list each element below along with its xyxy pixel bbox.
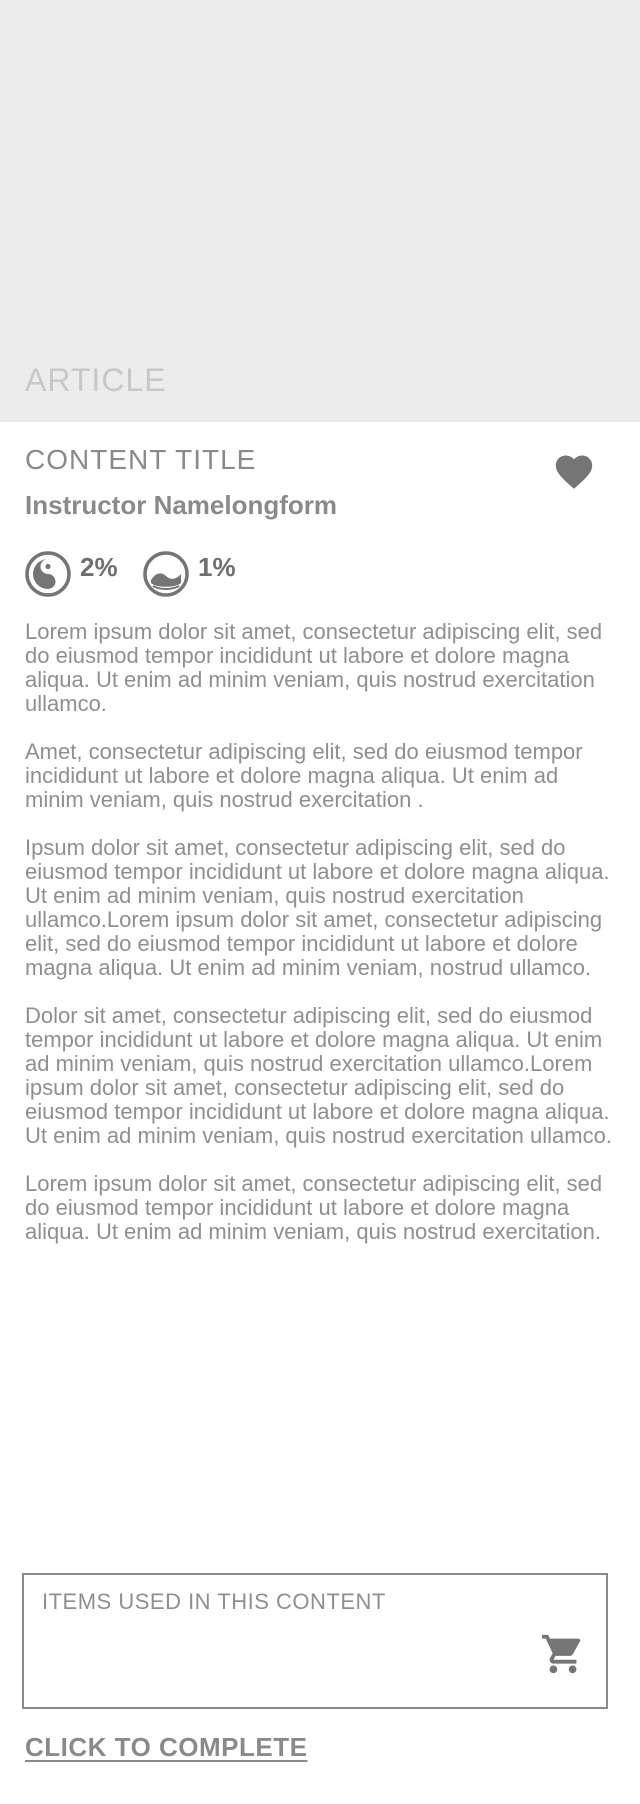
wave-icon [143, 551, 189, 597]
stat-item: 1% [142, 550, 252, 598]
body-paragraph: Dolor sit amet, consectetur adipiscing e… [25, 1003, 612, 1148]
stats-row: 2% 1% [24, 550, 624, 598]
body-paragraph: Lorem ipsum dolor sit amet, consectetur … [25, 619, 603, 716]
yin-yang-icon [25, 551, 71, 597]
body-paragraph: Lorem ipsum dolor sit amet, consectetur … [25, 1171, 603, 1244]
heart-icon[interactable] [552, 450, 596, 490]
cart-icon[interactable] [540, 1631, 586, 1677]
instructor-name: Instructor Namelongform [25, 490, 338, 520]
stat-item: 2% [24, 550, 134, 598]
hero-image: ARTICLE [0, 0, 640, 422]
stat-value: 2% [80, 552, 118, 582]
body-paragraph: Ipsum dolor sit amet, consectetur adipis… [25, 835, 610, 980]
items-used-box: ITEMS USED IN THIS CONTENT [22, 1573, 608, 1709]
complete-button[interactable]: CLICK TO COMPLETE [25, 1732, 307, 1763]
items-used-label: ITEMS USED IN THIS CONTENT [42, 1589, 386, 1614]
stat-value: 1% [198, 552, 236, 582]
content-title: CONTENT TITLE [25, 444, 257, 475]
article-body: Lorem ipsum dolor sit amet, consectetur … [25, 620, 615, 1268]
body-paragraph: Amet, consectetur adipiscing elit, sed d… [25, 739, 583, 812]
hero-label: ARTICLE [25, 362, 167, 398]
